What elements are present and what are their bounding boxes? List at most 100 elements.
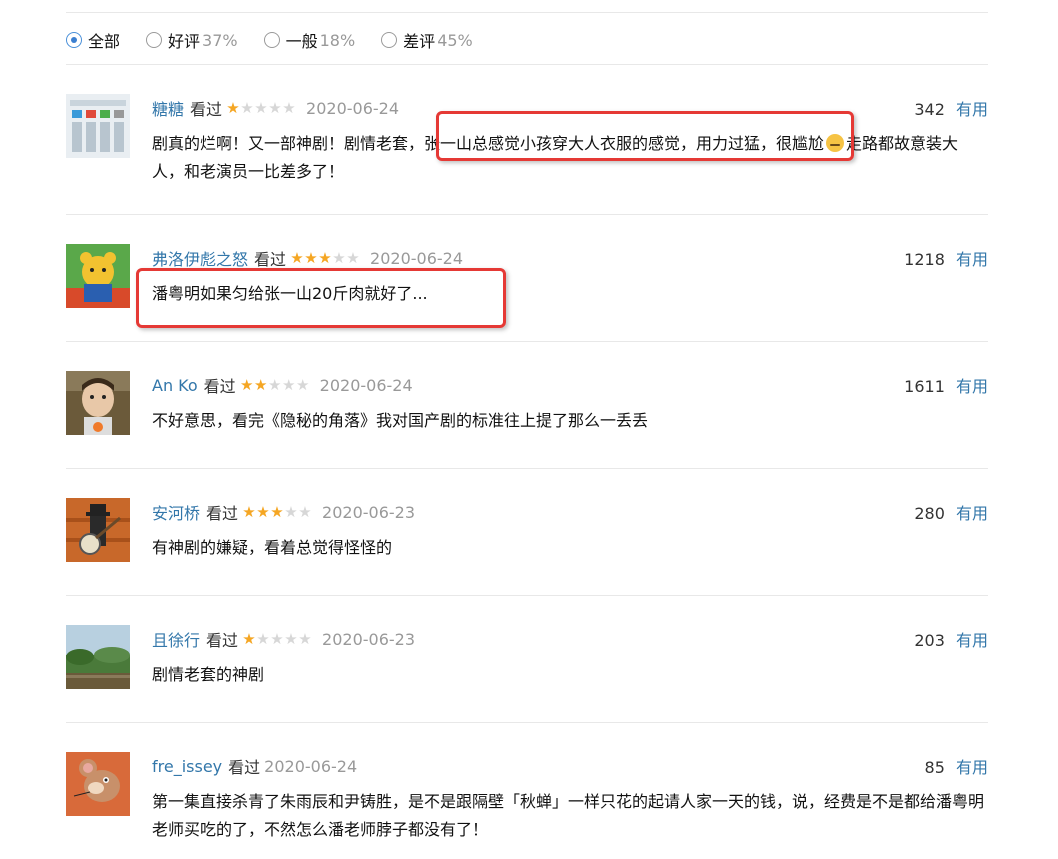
- review-meta: 弗洛伊彪之怒 看过 ★ ★ ★ ★ ★ 2020-06-24: [152, 246, 463, 270]
- review-meta: 糖糖 看过 ★ ★ ★ ★ ★ 2020-06-24: [152, 96, 399, 120]
- username-link[interactable]: 且徐行: [152, 627, 200, 651]
- review-meta: 安河桥 看过 ★ ★ ★ ★ ★ 2020-06-23: [152, 500, 415, 524]
- star-empty-icon: ★: [270, 630, 284, 648]
- radio-unchecked-icon[interactable]: [381, 32, 398, 48]
- review-item: fre_issey 看过 2020-06-24 85 有用 第一集直接杀青了朱雨…: [66, 752, 988, 852]
- vote-count: 1218: [904, 250, 945, 269]
- star-empty-icon: ★: [295, 376, 310, 394]
- filter-negative[interactable]: 差评 45%: [381, 28, 473, 52]
- review-text: 剧情老套的神剧: [152, 665, 265, 684]
- watched-label: 看过: [203, 377, 236, 396]
- review-divider: [66, 595, 988, 596]
- filter-positive[interactable]: 好评 37%: [146, 28, 238, 52]
- watched-label: 看过: [206, 631, 239, 650]
- star-empty-icon: ★: [254, 99, 268, 117]
- short-reviews-page: 全部 好评 37% 一般 18% 差评 45% 糖糖 看过 ★ ★ ★ ★ ★ …: [0, 0, 1058, 859]
- filter-percentage: 45%: [437, 30, 473, 50]
- radio-unchecked-icon[interactable]: [146, 32, 163, 48]
- star-filled-icon: ★: [304, 249, 318, 267]
- vote-count: 342: [914, 100, 945, 119]
- username-link[interactable]: 弗洛伊彪之怒: [152, 246, 248, 270]
- vote-count: 1611: [904, 377, 945, 396]
- helpful-button[interactable]: 有用: [956, 504, 988, 523]
- review-content: 第一集直接杀青了朱雨辰和尹铸胜，是不是跟隔壁「秋蝉」一样只花的起请人家一天的钱，…: [152, 788, 988, 844]
- username-link[interactable]: 糖糖: [152, 96, 184, 120]
- helpful-votes: 342 有用: [914, 96, 988, 120]
- star-filled-icon: ★: [253, 376, 268, 394]
- review-item: 且徐行 看过 ★ ★ ★ ★ ★ 2020-06-23 203 有用 剧情老套的神剧: [66, 625, 988, 705]
- review-divider: [66, 468, 988, 469]
- photo-thumbnail-icon[interactable]: [66, 94, 130, 158]
- filter-all[interactable]: 全部: [66, 28, 120, 52]
- review-content: 有神剧的嫌疑，看着总觉得怪怪的: [152, 534, 988, 562]
- helpful-votes: 280 有用: [914, 500, 988, 524]
- review-text: 不好意思，看完《隐秘的角落》我对国产剧的标准往上提了那么一丢丢: [152, 411, 649, 430]
- helpful-votes: 203 有用: [914, 627, 988, 651]
- helpful-votes: 1218 有用: [904, 246, 988, 270]
- helpful-button[interactable]: 有用: [956, 631, 988, 650]
- star-empty-icon: ★: [284, 503, 298, 521]
- review-text: 剧真的烂啊！又一部神剧！剧情老套，张一山总感觉小孩穿大人衣服的感觉，用力过猛，很…: [152, 134, 825, 153]
- username-link[interactable]: 安河桥: [152, 500, 200, 524]
- filter-divider: [66, 64, 988, 65]
- rating-stars: ★ ★ ★ ★ ★: [242, 631, 312, 647]
- star-filled-icon: ★: [270, 503, 284, 521]
- filter-neutral[interactable]: 一般 18%: [263, 28, 355, 52]
- review-divider: [66, 341, 988, 342]
- rating-filter-bar: 全部 好评 37% 一般 18% 差评 45%: [66, 26, 499, 54]
- helpful-votes: 1611 有用: [904, 373, 988, 397]
- review-divider: [66, 214, 988, 215]
- review-content: 剧真的烂啊！又一部神剧！剧情老套，张一山总感觉小孩穿大人衣服的感觉，用力过猛，很…: [152, 130, 988, 186]
- star-filled-icon: ★: [242, 503, 256, 521]
- watched-label: 看过: [206, 504, 239, 523]
- cartoon-mouse-icon[interactable]: [66, 752, 130, 816]
- star-filled-icon: ★: [290, 249, 304, 267]
- awkward-emoji-icon: [826, 134, 845, 152]
- rating-stars: ★ ★ ★ ★ ★: [226, 100, 296, 116]
- cartoon-bear-icon[interactable]: [66, 244, 130, 308]
- star-filled-icon: ★: [242, 630, 256, 648]
- review-text: 第一集直接杀青了朱雨辰和尹铸胜，是不是跟隔壁「秋蝉」一样只花的起请人家一天的钱，…: [152, 792, 985, 839]
- watched-label: 看过: [254, 250, 287, 269]
- star-empty-icon: ★: [298, 630, 312, 648]
- landscape-photo-icon[interactable]: [66, 625, 130, 689]
- watched-label: 看过: [190, 100, 223, 119]
- vote-count: 280: [914, 504, 945, 523]
- star-empty-icon: ★: [281, 376, 296, 394]
- star-filled-icon: ★: [318, 249, 332, 267]
- banjo-player-icon[interactable]: [66, 498, 130, 562]
- rating-stars: ★ ★ ★ ★ ★: [290, 250, 360, 266]
- radio-unchecked-icon[interactable]: [263, 32, 280, 48]
- star-empty-icon: ★: [268, 99, 282, 117]
- vote-count: 203: [914, 631, 945, 650]
- review-date: 2020-06-23: [322, 502, 416, 522]
- username-link[interactable]: An Ko: [152, 376, 198, 395]
- filter-label: 全部: [88, 32, 121, 51]
- username-link[interactable]: fre_issey: [152, 757, 222, 776]
- review-content: 不好意思，看完《隐秘的角落》我对国产剧的标准往上提了那么一丢丢: [152, 407, 988, 435]
- star-empty-icon: ★: [256, 630, 270, 648]
- review-item: An Ko 看过 ★ ★ ★ ★ ★ 2020-06-24 1611 有用 不好意思，看…: [66, 371, 988, 451]
- helpful-button[interactable]: 有用: [956, 377, 988, 396]
- star-empty-icon: ★: [267, 376, 282, 394]
- radio-checked-icon[interactable]: [66, 32, 82, 48]
- filter-label: 好评: [168, 32, 201, 51]
- review-item: 安河桥 看过 ★ ★ ★ ★ ★ 2020-06-23 280 有用 有神剧的嫌疑，看着…: [66, 498, 988, 578]
- helpful-button[interactable]: 有用: [956, 250, 988, 269]
- rating-stars: ★ ★ ★ ★ ★: [242, 504, 312, 520]
- review-text: 潘粤明如果匀给张一山20斤肉就好了...: [152, 284, 428, 303]
- rating-stars: ★ ★ ★ ★ ★: [240, 377, 310, 393]
- vote-count: 85: [924, 758, 945, 777]
- watched-label: 看过: [228, 758, 261, 777]
- review-content: 剧情老套的神剧: [152, 661, 988, 689]
- helpful-button[interactable]: 有用: [956, 758, 988, 777]
- review-date: 2020-06-24: [264, 756, 358, 776]
- filter-label: 一般: [285, 32, 318, 51]
- helpful-votes: 85 有用: [925, 754, 988, 778]
- child-photo-icon[interactable]: [66, 371, 130, 435]
- helpful-button[interactable]: 有用: [956, 100, 988, 119]
- star-empty-icon: ★: [240, 99, 254, 117]
- review-text: 有神剧的嫌疑，看着总觉得怪怪的: [152, 538, 393, 557]
- review-date: 2020-06-24: [370, 248, 464, 268]
- review-content: 潘粤明如果匀给张一山20斤肉就好了...: [152, 280, 988, 308]
